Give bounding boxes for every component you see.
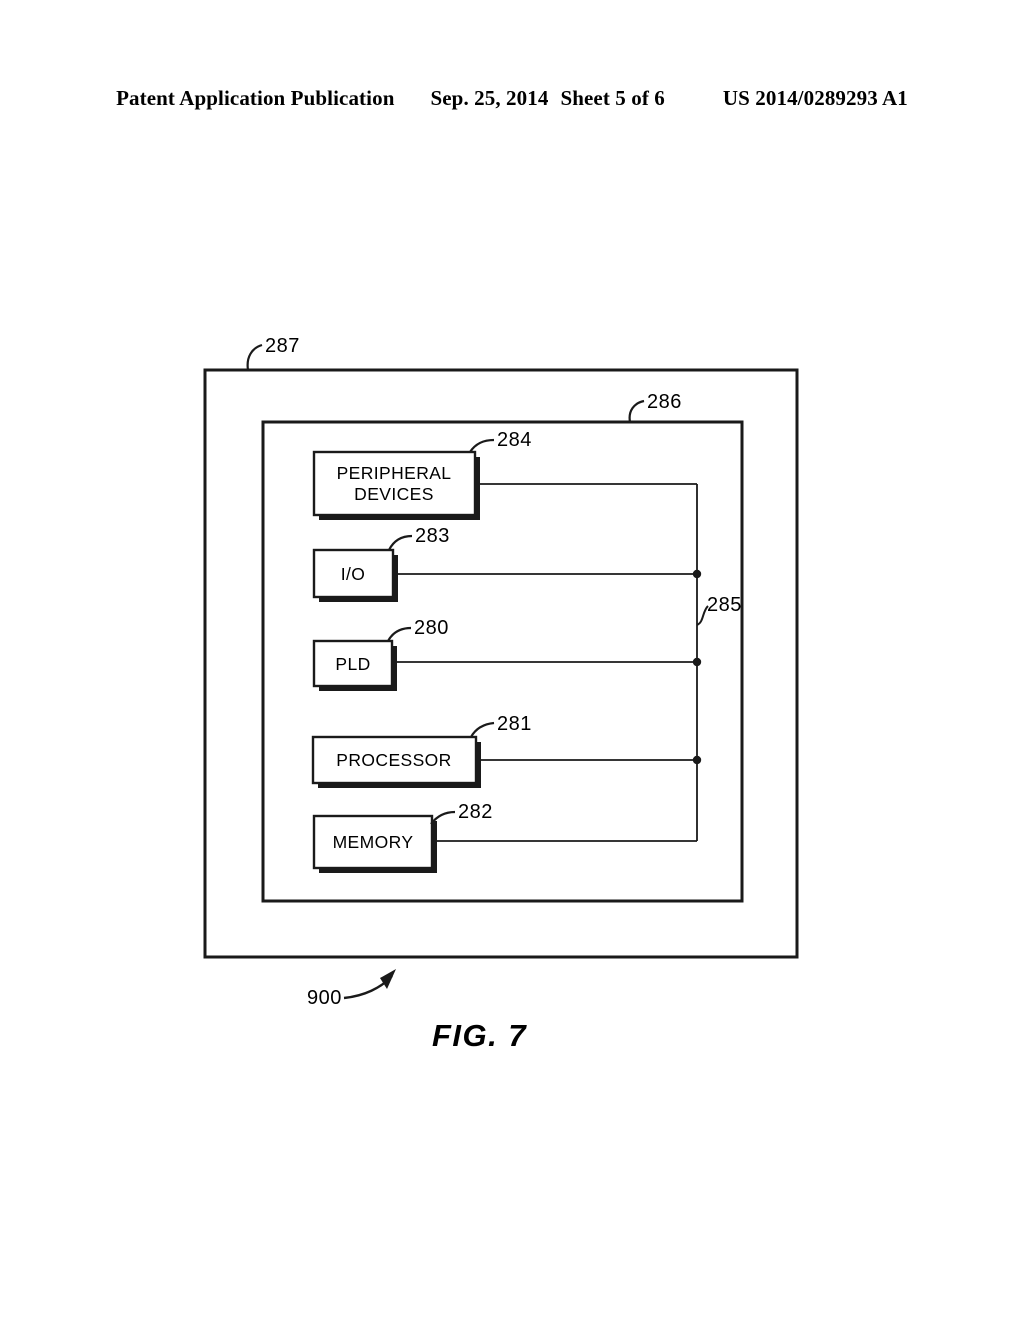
leader-line-283 (388, 534, 413, 551)
ref-label-283: 283 (415, 525, 450, 547)
leader-line-286 (628, 399, 645, 423)
peripheral-devices-label-line2: DEVICES (354, 484, 434, 504)
bus-junction-dot-pld (692, 657, 702, 667)
ref-label-284: 284 (497, 429, 532, 451)
ref-label-282: 282 (458, 801, 493, 823)
leader-line-280 (387, 626, 412, 642)
ref-label-286: 286 (647, 391, 682, 413)
processor-label: PROCESSOR (336, 750, 451, 770)
ref-label-285: 285 (707, 594, 742, 616)
ref-label-280: 280 (414, 617, 449, 639)
bus-junction-dot-processor (692, 755, 702, 765)
io-label: I/O (341, 564, 366, 584)
ref-label-900: 900 (307, 987, 342, 1009)
figure-caption: FIG. 7 (432, 1018, 528, 1053)
pld-label: PLD (335, 654, 370, 674)
leader-line-287 (246, 343, 263, 371)
leader-line-281 (470, 721, 495, 738)
ref-label-287: 287 (265, 335, 300, 357)
leader-line-284 (469, 438, 495, 453)
figure-7-diagram: 287 286 285 PERIPHERAL DEVICES 284 I/O 2… (0, 0, 1024, 1320)
outer-system-boundary-287 (203, 368, 799, 959)
peripheral-devices-label-line1: PERIPHERAL (337, 463, 452, 483)
ref-label-281: 281 (497, 713, 532, 735)
memory-label: MEMORY (333, 832, 414, 852)
figure-svg-canvas: 287 286 285 PERIPHERAL DEVICES 284 I/O 2… (203, 335, 799, 1009)
bus-junction-dot-io (692, 569, 702, 579)
